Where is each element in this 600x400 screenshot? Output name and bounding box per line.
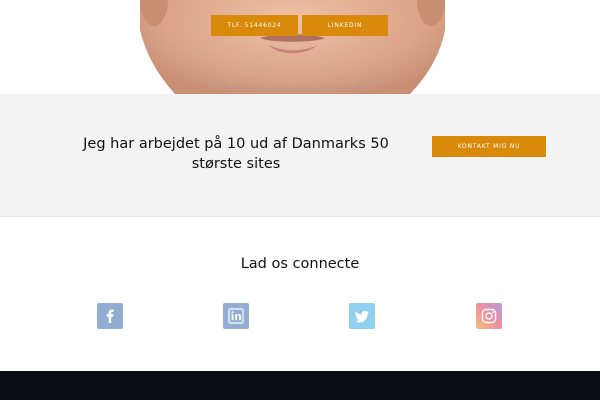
footer [0, 371, 600, 400]
twitter-icon[interactable] [349, 303, 375, 329]
facebook-icon[interactable] [97, 303, 123, 329]
phone-button[interactable]: TLF. 51446024 [211, 15, 298, 36]
contact-button[interactable]: KONTAKT MIG NU [432, 136, 546, 157]
cta-headline: Jeg har arbejdet på 10 ud af Danmarks 50… [83, 136, 389, 172]
linkedin-button[interactable]: LINKEDIN [302, 15, 388, 36]
hero-button-group: TLF. 51446024 LINKEDIN [211, 15, 388, 36]
cta-section: Jeg har arbejdet på 10 ud af Danmarks 50… [0, 94, 600, 217]
linkedin-icon[interactable] [223, 303, 249, 329]
connect-title: Lad os connecte [240, 256, 360, 272]
hero-section: TLF. 51446024 LINKEDIN [0, 0, 600, 94]
connect-section: Lad os connecte [0, 217, 600, 371]
instagram-icon[interactable] [476, 303, 502, 329]
